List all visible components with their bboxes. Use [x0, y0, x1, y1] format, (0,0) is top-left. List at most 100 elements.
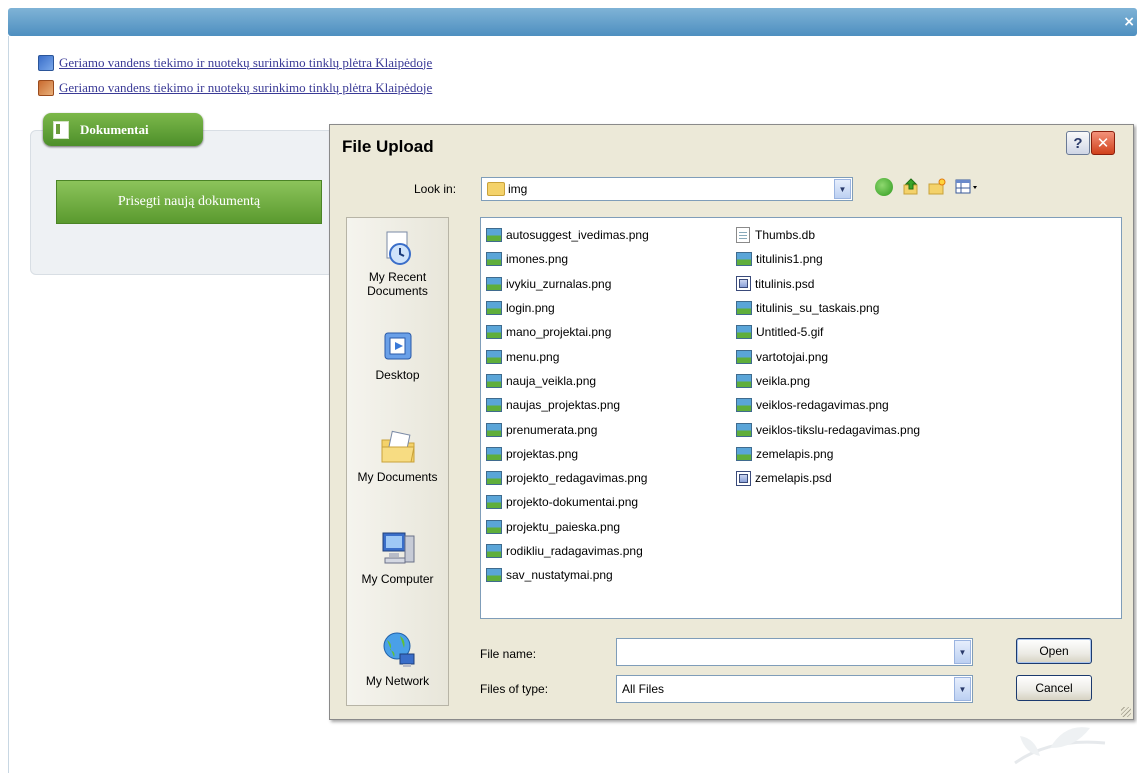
- db-file-icon: [736, 227, 750, 244]
- file-type-select[interactable]: All Files ▼: [616, 675, 973, 703]
- psd-file-icon: [736, 470, 751, 486]
- image-file-icon: [736, 252, 752, 267]
- file-item[interactable]: prenumerata.png: [486, 417, 649, 441]
- places-bar: My Recent Documents Desktop My Documents…: [346, 217, 449, 706]
- file-item[interactable]: veikla.png: [736, 369, 920, 393]
- dialog-close-button[interactable]: ✕: [1091, 131, 1115, 155]
- file-type-label: Files of type:: [480, 682, 549, 696]
- project-link[interactable]: Geriamo vandens tiekimo ir nuotekų surin…: [59, 55, 432, 71]
- attach-document-button[interactable]: Prisegti naują dokumentą: [56, 180, 322, 224]
- file-item[interactable]: projekto-dokumentai.png: [486, 490, 649, 514]
- folder-icon: [487, 182, 505, 196]
- place-my-computer[interactable]: My Computer: [347, 528, 448, 586]
- file-item[interactable]: imones.png: [486, 247, 649, 271]
- look-in-select[interactable]: img ▼: [481, 177, 853, 201]
- project-link[interactable]: Geriamo vandens tiekimo ir nuotekų surin…: [59, 80, 432, 96]
- cancel-button[interactable]: Cancel: [1016, 675, 1092, 701]
- image-file-icon: [486, 495, 502, 510]
- file-column: Thumbs.db titulinis1.png titulinis.psd t…: [736, 223, 920, 490]
- file-item[interactable]: projekto_redagavimas.png: [486, 466, 649, 490]
- chevron-down-icon[interactable]: ▼: [834, 179, 851, 199]
- image-file-icon: [486, 568, 502, 583]
- file-name-input[interactable]: ▼: [616, 638, 973, 666]
- file-item[interactable]: zemelapis.psd: [736, 466, 920, 490]
- file-item[interactable]: vartotojai.png: [736, 344, 920, 368]
- file-item[interactable]: veiklos-tikslu-redagavimas.png: [736, 417, 920, 441]
- image-file-icon: [486, 471, 502, 486]
- image-file-icon: [736, 301, 752, 316]
- resize-grip[interactable]: [1121, 707, 1131, 717]
- file-item[interactable]: titulinis.psd: [736, 272, 920, 296]
- file-column: autosuggest_ivedimas.png imones.png ivyk…: [486, 223, 649, 587]
- psd-file-icon: [736, 276, 751, 292]
- window-close-icon[interactable]: ×: [1123, 14, 1135, 30]
- file-item[interactable]: titulinis_su_taskais.png: [736, 296, 920, 320]
- leaf-decoration: [1014, 727, 1106, 765]
- file-name-label: File name:: [480, 647, 537, 661]
- project-links: Geriamo vandens tiekimo ir nuotekų surin…: [38, 50, 432, 100]
- project-link-row: Geriamo vandens tiekimo ir nuotekų surin…: [38, 50, 432, 75]
- file-item[interactable]: titulinis1.png: [736, 247, 920, 271]
- image-file-icon: [486, 398, 502, 413]
- project-link-row: Geriamo vandens tiekimo ir nuotekų surin…: [38, 75, 432, 100]
- chevron-down-icon[interactable]: ▼: [954, 640, 971, 664]
- open-button[interactable]: Open: [1016, 638, 1092, 664]
- image-file-icon: [486, 325, 502, 340]
- document-icon: [53, 120, 69, 139]
- my-computer-icon: [382, 532, 414, 564]
- my-documents-icon: [381, 430, 415, 463]
- place-desktop[interactable]: Desktop: [347, 330, 448, 382]
- image-file-icon: [486, 544, 502, 558]
- file-item[interactable]: naujas_projektas.png: [486, 393, 649, 417]
- file-item[interactable]: veiklos-redagavimas.png: [736, 393, 920, 417]
- image-file-icon: [486, 446, 502, 461]
- image-file-icon: [736, 373, 752, 388]
- file-upload-dialog: File Upload ? ✕ Look in: img ▼ My Recent…: [329, 124, 1134, 720]
- file-item[interactable]: Untitled-5.gif: [736, 320, 920, 344]
- place-label: My Computer: [361, 572, 434, 586]
- image-file-icon: [736, 349, 752, 364]
- file-item[interactable]: sav_nustatymai.png: [486, 563, 649, 587]
- file-item[interactable]: nauja_veikla.png: [486, 369, 649, 393]
- my-network-icon: [383, 632, 414, 667]
- help-button[interactable]: ?: [1066, 131, 1090, 155]
- file-item[interactable]: Thumbs.db: [736, 223, 920, 247]
- file-item[interactable]: menu.png: [486, 344, 649, 368]
- file-item[interactable]: rodikliu_radagavimas.png: [486, 539, 649, 563]
- documents-tab-label: Dokumentai: [80, 121, 149, 137]
- file-item[interactable]: login.png: [486, 296, 649, 320]
- frame-border: [8, 36, 9, 773]
- file-list[interactable]: autosuggest_ivedimas.png imones.png ivyk…: [480, 217, 1122, 619]
- view-menu-icon[interactable]: [955, 178, 977, 196]
- look-in-value: img: [508, 182, 528, 196]
- image-file-icon: [736, 446, 752, 461]
- image-file-icon: [486, 252, 502, 267]
- file-item[interactable]: autosuggest_ivedimas.png: [486, 223, 649, 247]
- image-file-icon: [486, 349, 502, 364]
- place-label: My Recent Documents: [367, 270, 428, 298]
- file-item[interactable]: zemelapis.png: [736, 442, 920, 466]
- image-file-icon: [486, 422, 502, 437]
- place-recent-documents[interactable]: My Recent Documents: [347, 230, 448, 298]
- documents-tab[interactable]: Dokumentai: [43, 113, 203, 146]
- file-item[interactable]: projektu_paieska.png: [486, 515, 649, 539]
- project-user-icon: [38, 79, 54, 96]
- window-title-bar: ×: [8, 8, 1137, 36]
- file-item[interactable]: ivykiu_zurnalas.png: [486, 272, 649, 296]
- new-folder-icon[interactable]: [928, 178, 946, 196]
- up-folder-icon[interactable]: [902, 178, 920, 196]
- chevron-down-icon[interactable]: ▼: [954, 677, 971, 701]
- place-my-documents[interactable]: My Documents: [347, 428, 448, 484]
- place-my-network[interactable]: My Network: [347, 630, 448, 688]
- project-icon: [38, 54, 54, 71]
- image-file-icon: [486, 301, 502, 316]
- image-file-icon: [486, 519, 502, 534]
- file-item[interactable]: projektas.png: [486, 442, 649, 466]
- image-file-icon: [736, 422, 752, 437]
- file-item[interactable]: mano_projektai.png: [486, 320, 649, 344]
- place-label: Desktop: [375, 368, 420, 382]
- back-icon[interactable]: [875, 178, 893, 196]
- look-in-label: Look in:: [414, 182, 457, 196]
- image-file-icon: [486, 228, 502, 243]
- image-file-icon: [486, 276, 502, 291]
